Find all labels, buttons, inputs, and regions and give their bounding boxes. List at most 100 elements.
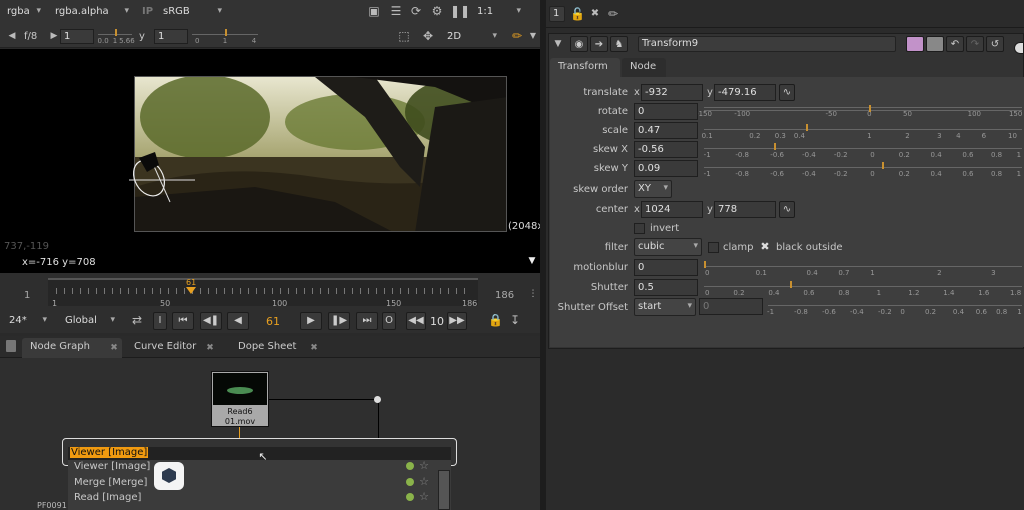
play-forward-button[interactable]: ▶ [300, 312, 322, 330]
edit-icon[interactable]: ✏ [606, 6, 620, 22]
tab-node-graph[interactable]: Node Graph [22, 338, 122, 358]
brush-icon[interactable]: ✏ [510, 28, 524, 44]
result-item[interactable]: Merge [Merge] [74, 477, 147, 488]
tab-node[interactable]: Node [622, 58, 666, 77]
node-view-button[interactable]: ◉ [570, 36, 588, 52]
shutter-offset-slider[interactable]: -1 -0.8 -0.6 -0.4 -0.2 0 0.2 0.4 0.6 0.8… [767, 303, 1022, 317]
redo-button[interactable]: ↷ [966, 36, 984, 52]
in-point-button[interactable]: I [153, 312, 167, 330]
curve-editor-icon[interactable]: ∿ [779, 84, 795, 101]
alt-swatch-button[interactable] [926, 36, 944, 52]
monitor-icon[interactable]: ▣ [366, 3, 382, 19]
last-frame-button[interactable]: ⏭ [356, 312, 378, 330]
play-right-icon[interactable]: ▶ [48, 28, 60, 44]
pane-menu-icon[interactable] [6, 340, 16, 352]
first-frame-button[interactable]: ⏮ [172, 312, 194, 330]
clear-icon[interactable]: ✖ [588, 6, 602, 22]
zoom-dropdown[interactable]: 1:1 [474, 4, 524, 19]
info-toggle-icon[interactable]: ▼ [526, 253, 538, 269]
playhead-marker[interactable] [186, 287, 196, 294]
alpha-channel-dropdown[interactable]: rgba.alpha [52, 4, 132, 19]
scale-input[interactable]: 0.47 [634, 122, 698, 139]
transform-gizmo[interactable] [125, 140, 195, 210]
color-swatch-button[interactable] [906, 36, 924, 52]
pause-icon[interactable]: ❚❚ [450, 3, 470, 19]
next-keyframe-button[interactable]: ❚▶ [328, 312, 350, 330]
rotate-input[interactable]: 0 [634, 103, 698, 120]
shutter-input[interactable]: 0.5 [634, 279, 698, 296]
fps-dropdown[interactable]: 24* [6, 313, 50, 328]
skew-x-slider[interactable]: -1 -0.8 -0.6 -0.4 -0.2 0 0.2 0.4 0.6 0.8… [704, 143, 1022, 160]
panel-count-field[interactable]: 1 [549, 6, 565, 22]
skew-y-slider[interactable]: -1 -0.8 -0.6 -0.4 -0.2 0 0.2 0.4 0.6 0.8… [704, 162, 1022, 179]
black-outside-check-icon[interactable]: ✖ [759, 239, 771, 255]
refresh-icon[interactable]: ⟳ [408, 3, 424, 19]
motionblur-slider[interactable]: 0 0.1 0.4 0.7 1 2 3 [704, 261, 1022, 278]
loop-icon[interactable]: ⇄ [128, 312, 146, 328]
close-icon[interactable]: ✖ [204, 340, 216, 356]
scope-dropdown[interactable]: Global [62, 313, 118, 328]
revert-button[interactable]: ↺ [986, 36, 1004, 52]
tab-transform[interactable]: Transform [550, 58, 620, 77]
increment-value[interactable]: 10 [430, 315, 444, 328]
center-y-input[interactable]: 778 [714, 201, 776, 218]
star-icon[interactable]: ☆ [418, 489, 430, 505]
center-x-input[interactable]: 1024 [641, 201, 703, 218]
ip-button[interactable]: IP [142, 6, 153, 17]
play-left-icon[interactable]: ◀ [6, 28, 18, 44]
curve-editor-icon[interactable]: ∿ [779, 201, 795, 218]
timeline-menu-icon[interactable]: ⋮ [528, 286, 538, 302]
play-backward-button[interactable]: ◀ [227, 312, 249, 330]
results-scrollbar[interactable] [438, 470, 450, 510]
view-mode-dropdown[interactable]: 2D [444, 29, 500, 44]
step-back-button[interactable]: ◀◀ [406, 312, 426, 330]
roi-icon[interactable]: ⬚ [396, 28, 412, 44]
star-icon[interactable]: ☆ [418, 474, 430, 490]
translate-y-input[interactable]: -479.16 [714, 84, 776, 101]
prev-keyframe-button[interactable]: ◀❚ [200, 312, 222, 330]
filter-dropdown[interactable]: cubic [634, 238, 702, 256]
list-icon[interactable]: ☰ [388, 3, 404, 19]
close-panel-button[interactable] [1014, 42, 1024, 54]
timeline-tick: 50 [160, 299, 171, 308]
node-settings-button[interactable]: ♞ [610, 36, 628, 52]
step-forward-button[interactable]: ▶▶ [447, 312, 467, 330]
rotate-slider[interactable] [704, 105, 1022, 122]
motionblur-input[interactable]: 0 [634, 259, 698, 276]
result-item[interactable]: Viewer [Image] [74, 461, 150, 472]
undo-button[interactable]: ↶ [946, 36, 964, 52]
translate-x-input[interactable]: -932 [641, 84, 703, 101]
lock-icon[interactable]: 🔒 [488, 312, 503, 328]
frame-field[interactable]: 61 [266, 315, 280, 328]
result-item[interactable]: Read [Image] [74, 492, 141, 503]
gain-slider[interactable]: 0.0 1 5.66 [98, 29, 135, 46]
close-icon[interactable]: ✖ [108, 340, 120, 356]
lock-icon[interactable]: 🔓 [570, 6, 585, 22]
gamma-slider[interactable]: 0 1 4 [192, 29, 258, 46]
close-icon[interactable]: ✖ [308, 340, 320, 356]
transform-handle-icon[interactable]: ✥ [420, 28, 436, 44]
dot-node[interactable] [374, 396, 381, 403]
gain-input[interactable]: 1 [60, 29, 94, 44]
collapse-icon[interactable]: ▼ [552, 36, 564, 52]
gamma-input[interactable]: 1 [154, 29, 188, 44]
invert-checkbox[interactable] [634, 223, 645, 234]
scale-slider[interactable]: 0.1 0.2 0.3 0.4 1 2 3 4 6 10 [702, 124, 1022, 141]
node-name-field[interactable]: Transform9 [638, 36, 896, 52]
export-icon[interactable]: ↧ [507, 312, 523, 328]
shutter-offset-dropdown[interactable]: start [634, 298, 696, 316]
chevron-down-icon[interactable]: ▼ [528, 28, 538, 44]
clamp-checkbox[interactable] [708, 242, 719, 253]
skew-x-input[interactable]: -0.56 [634, 141, 698, 158]
center-node-button[interactable]: ➔ [590, 36, 608, 52]
gear-icon[interactable]: ⚙ [429, 3, 445, 19]
out-point-button[interactable]: O [382, 312, 396, 330]
star-icon[interactable]: ☆ [418, 458, 430, 474]
channels-dropdown[interactable]: rgba [4, 4, 44, 19]
skew-order-dropdown[interactable]: XY [634, 180, 672, 198]
skew-y-input[interactable]: 0.09 [634, 160, 698, 177]
read-node[interactable]: Read6 01.mov [211, 371, 269, 427]
shutter-custom-input[interactable]: 0 [699, 298, 763, 315]
shutter-slider[interactable]: 0 0.2 0.4 0.6 0.8 1 1.2 1.4 1.6 1.8 [704, 281, 1022, 298]
colorspace-dropdown[interactable]: sRGB [160, 4, 225, 19]
